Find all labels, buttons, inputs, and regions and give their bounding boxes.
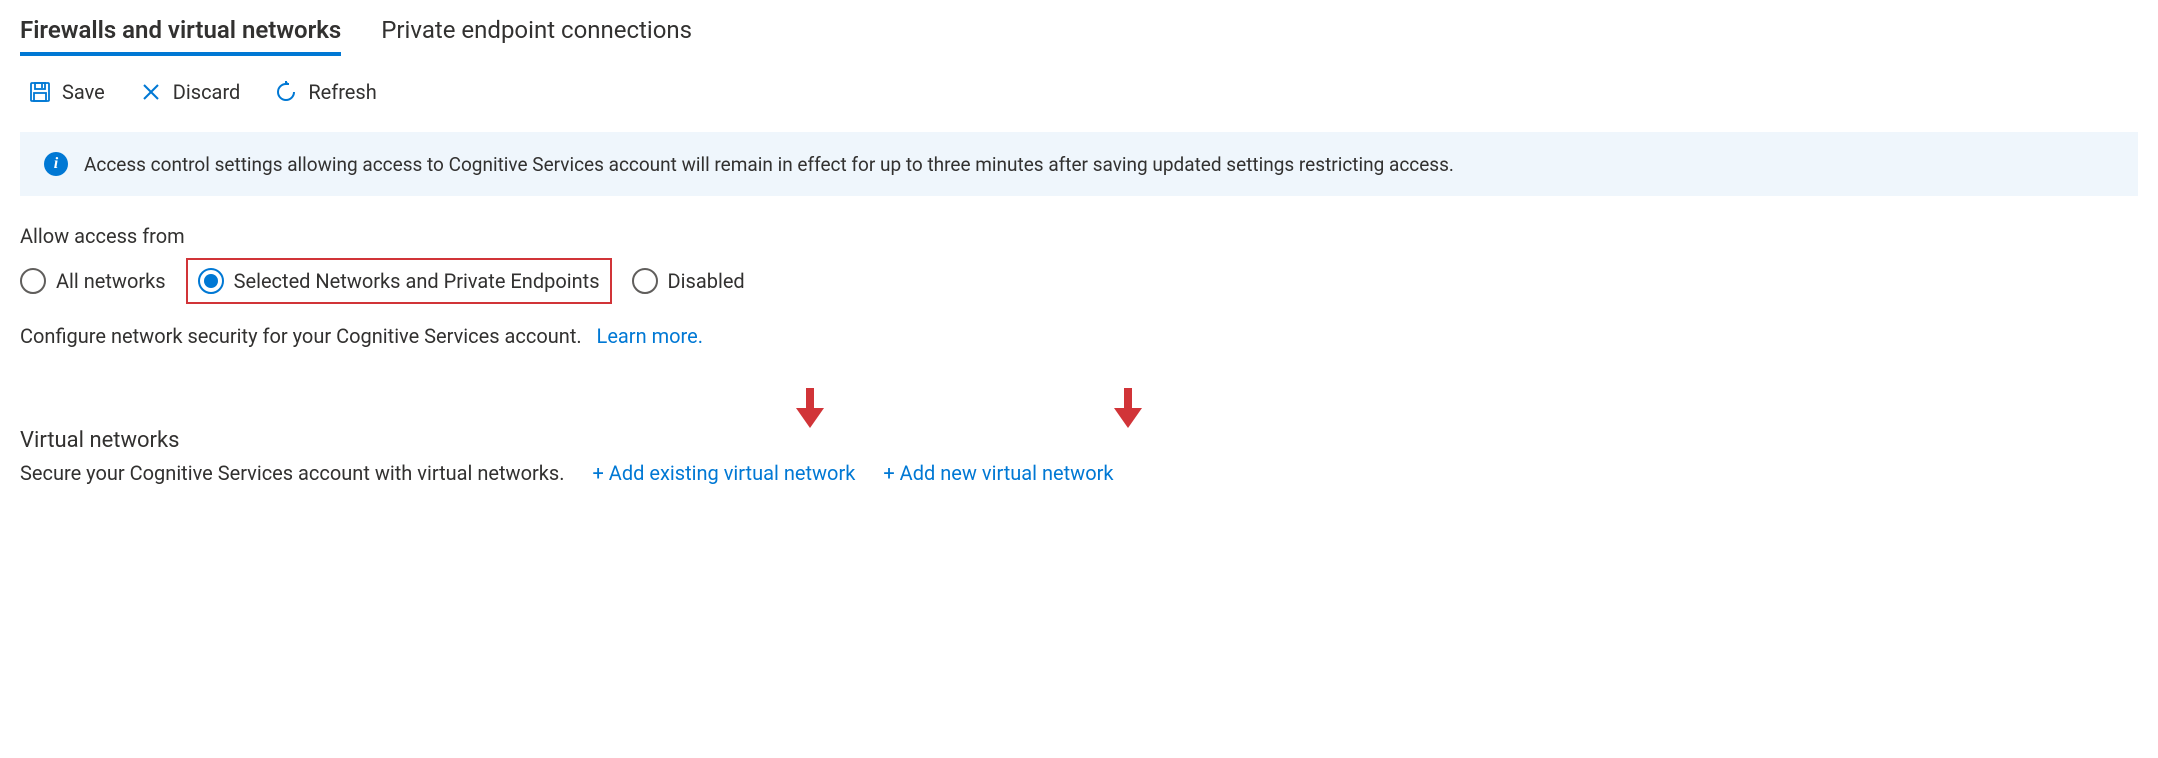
virtual-networks-row: Secure your Cognitive Services account w… [20,461,2138,485]
close-icon [139,80,163,104]
save-button[interactable]: Save [28,80,105,104]
tabs-bar: Firewalls and virtual networks Private e… [20,16,2138,56]
annotation-arrows [20,388,2138,428]
virtual-networks-title: Virtual networks [20,428,2138,453]
refresh-icon [274,80,298,104]
info-icon: i [44,152,68,176]
save-label: Save [62,80,105,104]
info-banner: i Access control settings allowing acces… [20,132,2138,196]
radio-all-networks[interactable]: All networks [20,268,166,294]
arrow-down-icon [796,388,824,428]
radio-disabled-label: Disabled [668,269,745,293]
tab-private-endpoints[interactable]: Private endpoint connections [381,16,692,56]
allow-access-radio-group: All networks Selected Networks and Priva… [20,258,2138,304]
radio-circle-selected-icon [198,268,224,294]
save-icon [28,80,52,104]
access-description: Configure network security for your Cogn… [20,324,2138,348]
virtual-networks-description: Secure your Cognitive Services account w… [20,461,565,485]
refresh-button[interactable]: Refresh [274,80,376,104]
refresh-label: Refresh [308,80,376,104]
radio-dot-icon [204,274,218,288]
allow-access-label: Allow access from [20,224,2138,248]
discard-label: Discard [173,80,241,104]
radio-selected-networks[interactable]: Selected Networks and Private Endpoints [186,258,612,304]
radio-disabled[interactable]: Disabled [632,268,745,294]
add-existing-vnet-link[interactable]: + Add existing virtual network [593,461,856,485]
toolbar: Save Discard Refresh [20,80,2138,104]
discard-button[interactable]: Discard [139,80,241,104]
radio-selected-networks-label: Selected Networks and Private Endpoints [234,269,600,293]
arrow-down-icon [1114,388,1142,428]
tab-firewalls[interactable]: Firewalls and virtual networks [20,16,341,56]
radio-circle-icon [20,268,46,294]
radio-circle-icon [632,268,658,294]
radio-all-networks-label: All networks [56,269,166,293]
add-new-vnet-link[interactable]: + Add new virtual network [883,461,1113,485]
info-text: Access control settings allowing access … [84,153,1454,176]
learn-more-link[interactable]: Learn more. [597,324,703,348]
access-description-text: Configure network security for your Cogn… [20,324,582,348]
